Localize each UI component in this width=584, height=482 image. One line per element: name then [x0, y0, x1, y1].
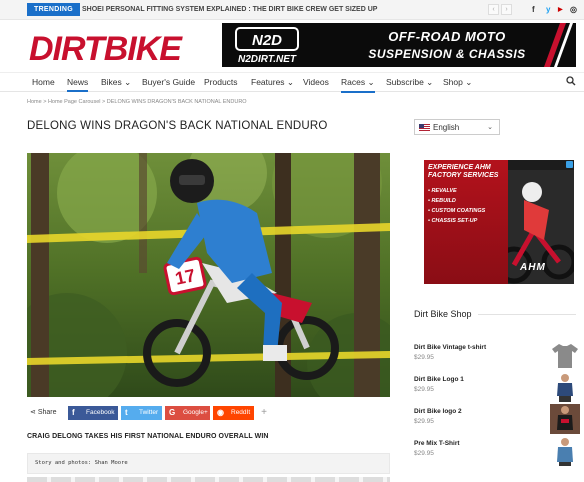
facebook-icon[interactable]: f [532, 4, 535, 16]
facebook-icon: f [72, 408, 75, 417]
dirtbike-logo[interactable]: DIRTBIKE [27, 24, 197, 68]
product-link[interactable]: Dirt Bike Logo 1 [414, 376, 464, 383]
ad-item: • REVALVE [428, 188, 457, 194]
nav-buyers-guide[interactable]: Buyer's Guide [142, 77, 195, 87]
top-ad-line2: SUSPENSION & CHASSIS [368, 47, 526, 61]
product-link[interactable]: Dirt Bike logo 2 [414, 408, 462, 415]
share-label: ⋖ Share [30, 409, 57, 416]
product-image-model[interactable] [550, 436, 580, 466]
chevron-down-icon: ⌄ [487, 124, 493, 131]
svg-text:N2D: N2D [252, 32, 282, 49]
more-share-button[interactable]: + [257, 406, 271, 420]
adchoices-icon[interactable] [566, 161, 573, 168]
product-image-tshirt[interactable] [550, 340, 580, 370]
product-link[interactable]: Dirt Bike Vintage t-shirt [414, 344, 486, 351]
ad-headline: EXPERIENCE AHM FACTORY SERVICES [428, 164, 499, 179]
facebook-share-button[interactable]: f Facebook [68, 406, 118, 420]
n2d-logo: N2D N2DIRT.NET [235, 27, 299, 65]
nav-subscribe[interactable]: Subscribe ⌄ [386, 77, 433, 88]
product-price: $29.95 [414, 418, 434, 425]
language-value: English [433, 123, 460, 132]
sidebar-ad[interactable]: EXPERIENCE AHM FACTORY SERVICES • REVALV… [424, 160, 574, 284]
nav-products[interactable]: Products [204, 77, 238, 87]
product-image-model[interactable] [550, 404, 580, 434]
product-price: $29.95 [414, 450, 434, 457]
share-icon: ⋖ [30, 409, 38, 416]
divider [478, 314, 576, 315]
trending-label: TRENDING [27, 3, 80, 16]
search-icon[interactable] [566, 76, 576, 86]
twitter-icon: t [125, 408, 128, 417]
twitter-share-button[interactable]: t Twitter [121, 406, 162, 420]
ad-item: • REBUILD [428, 198, 456, 204]
product-image-model[interactable] [550, 372, 580, 402]
nav-bikes[interactable]: Bikes ⌄ [101, 77, 131, 88]
shop-title: Dirt Bike Shop [414, 309, 472, 319]
reddit-icon: ◉ [217, 408, 224, 417]
product-price: $29.95 [414, 354, 434, 361]
article-hero-image: 17 [27, 153, 390, 397]
byline-text: Story and photos: Shan Moore [35, 460, 128, 466]
ahm-logo: AHM [520, 262, 546, 273]
google-icon: G [169, 408, 176, 417]
language-select[interactable]: English ⌄ [414, 119, 500, 135]
trending-headline-link[interactable]: SHOEI PERSONAL FITTING SYSTEM EXPLAINED … [82, 4, 377, 16]
google-share-button[interactable]: G Google+ [165, 406, 210, 420]
trending-next-button[interactable]: › [501, 4, 512, 15]
youtube-icon[interactable]: ▶ [558, 4, 563, 16]
top-banner-ad[interactable]: N2D N2DIRT.NET OFF-ROAD MOTO SUSPENSION … [222, 23, 576, 67]
nav-news[interactable]: News [67, 77, 89, 92]
svg-text:N2DIRT.NET: N2DIRT.NET [238, 54, 297, 65]
product-price: $29.95 [414, 386, 434, 393]
logo-text: DIRTBIKE [29, 30, 183, 68]
byline-box: Story and photos: Shan Moore [27, 453, 390, 474]
us-flag-icon [419, 124, 430, 131]
reddit-share-button[interactable]: ◉ ReddIt [213, 406, 254, 420]
breadcrumb[interactable]: Home > Home Page Carousel > DELONG WINS … [27, 99, 247, 105]
content-strip [27, 477, 390, 482]
ad-item: • CHASSIS SET-UP [428, 218, 478, 224]
product-link[interactable]: Pre Mix T-Shirt [414, 440, 460, 447]
article-title: DELONG WINS DRAGON'S BACK NATIONAL ENDUR… [27, 120, 328, 132]
nav-features[interactable]: Features ⌄ [251, 77, 294, 88]
ad-item: • CUSTOM COATINGS [428, 208, 486, 214]
top-ad-line1: OFF-ROAD MOTO [388, 29, 506, 44]
nav-shop[interactable]: Shop ⌄ [443, 77, 472, 88]
main-nav: Home News Bikes ⌄ Buyer's Guide Products… [0, 72, 584, 93]
article-subhead: CRAIG DELONG TAKES HIS FIRST NATIONAL EN… [27, 433, 269, 440]
nav-races[interactable]: Races ⌄ [341, 77, 375, 93]
trending-prev-button[interactable]: ‹ [488, 4, 499, 15]
top-bar: TRENDING SHOEI PERSONAL FITTING SYSTEM E… [0, 0, 584, 20]
instagram-icon[interactable]: ◎ [570, 4, 577, 16]
nav-home[interactable]: Home [32, 77, 55, 87]
nav-videos[interactable]: Videos [303, 77, 329, 87]
plate-number: 17 [173, 265, 197, 289]
twitter-icon[interactable]: y [546, 4, 550, 16]
